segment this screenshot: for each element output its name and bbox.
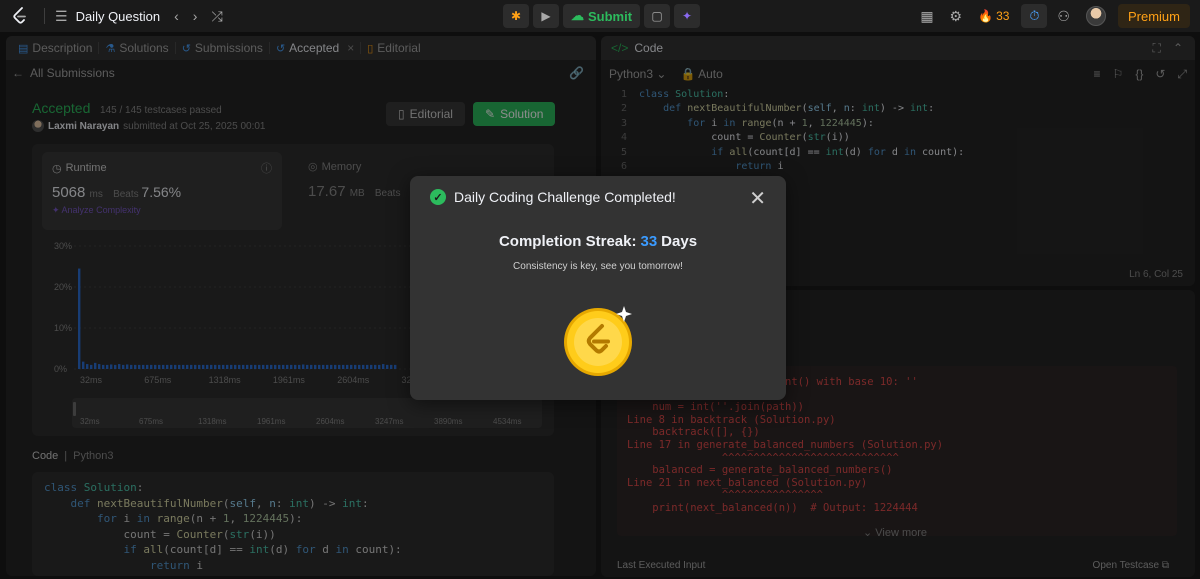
- bug-icon: ✱: [510, 9, 522, 23]
- top-bar: ☰ Daily Question ‹ › ⤮ ✱ ▶ ☁ Submit ▢ ✦ …: [0, 0, 1200, 32]
- problem-list-icon[interactable]: ☰: [55, 8, 68, 25]
- modal-message: Consistency is key, see you tomorrow!: [513, 261, 683, 272]
- ai-assistant-button[interactable]: ✦: [674, 4, 701, 28]
- sparkle-icon: ✦: [682, 9, 693, 23]
- streak-unit: Days: [661, 233, 698, 250]
- next-problem-icon[interactable]: ›: [193, 8, 198, 24]
- submit-label: Submit: [588, 8, 633, 24]
- timer-button[interactable]: ⏱: [1021, 4, 1048, 28]
- cloud-upload-icon: ☁: [571, 8, 584, 23]
- daily-challenge-modal: ✓ Daily Coding Challenge Completed! ✕ Co…: [410, 176, 786, 400]
- streak-label: Completion Streak:: [498, 233, 637, 250]
- shuffle-icon[interactable]: ⤮: [211, 8, 222, 25]
- run-button[interactable]: ▶: [533, 4, 559, 28]
- completion-streak: Completion Streak: 33 Days: [410, 233, 786, 250]
- submit-button[interactable]: ☁ Submit: [563, 4, 641, 28]
- streak-count: 33: [996, 9, 1010, 23]
- avatar[interactable]: [1085, 6, 1106, 26]
- modal-title: Daily Coding Challenge Completed!: [454, 189, 676, 205]
- note-icon: ▢: [651, 9, 663, 23]
- check-circle-icon: ✓: [430, 189, 446, 205]
- layout-icon[interactable]: ▦: [920, 8, 933, 25]
- prev-problem-icon[interactable]: ‹: [174, 8, 179, 24]
- debug-button[interactable]: ✱: [503, 4, 529, 28]
- play-icon: ▶: [541, 9, 551, 23]
- divider: [44, 8, 45, 24]
- modal-header: ✓ Daily Coding Challenge Completed!: [430, 189, 676, 205]
- premium-button[interactable]: Premium: [1117, 4, 1190, 28]
- notes-button[interactable]: ▢: [644, 4, 671, 28]
- problem-list-title[interactable]: Daily Question: [76, 9, 161, 24]
- fire-icon: 🔥: [978, 9, 994, 23]
- add-user-icon[interactable]: ⚇: [1057, 8, 1070, 25]
- timer-icon: ⏱: [1029, 8, 1040, 23]
- leetcode-coin-icon: [564, 306, 632, 376]
- streak-counter[interactable]: 🔥 33: [978, 9, 1009, 23]
- leetcode-logo-icon[interactable]: [10, 6, 30, 26]
- close-icon[interactable]: ✕: [749, 186, 766, 211]
- streak-number: 33: [640, 233, 658, 250]
- gear-icon[interactable]: ⚙: [950, 8, 963, 25]
